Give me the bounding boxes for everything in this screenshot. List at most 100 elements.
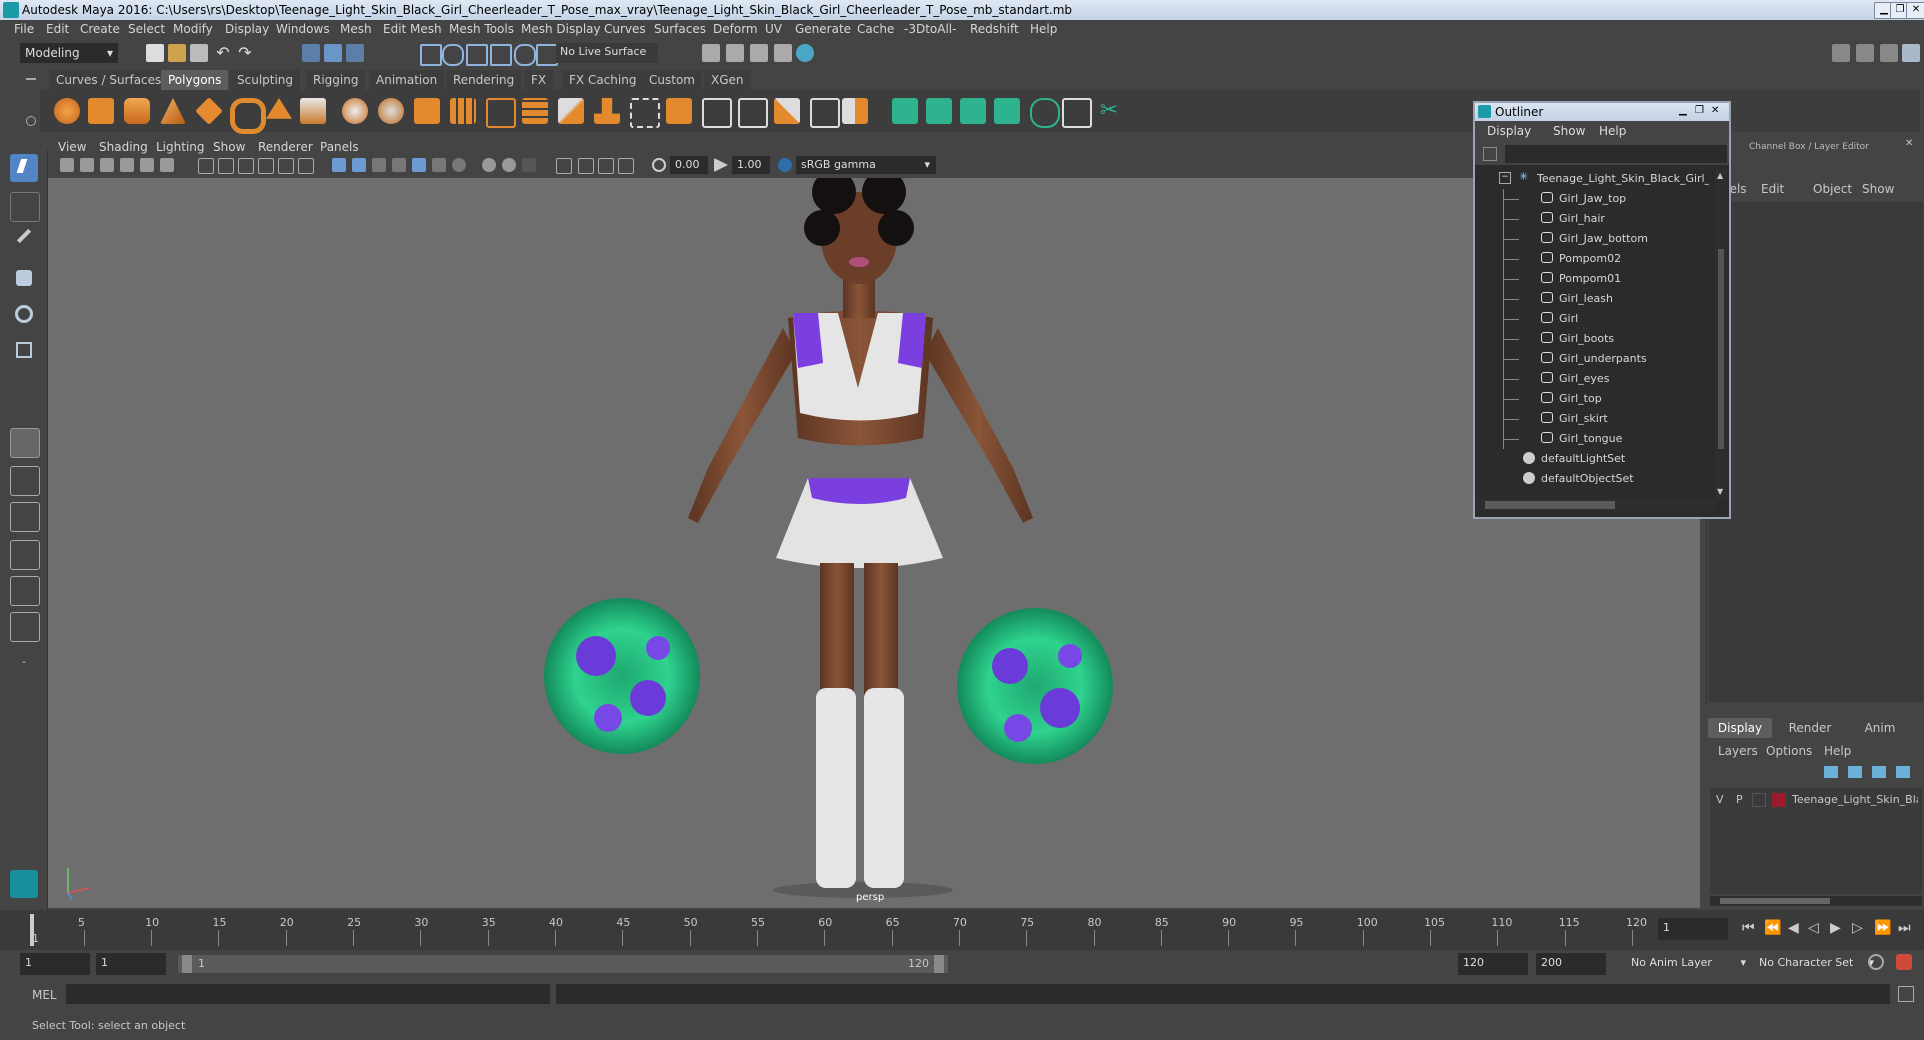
gamma-icon[interactable]	[714, 158, 728, 172]
command-input[interactable]	[66, 984, 550, 1004]
cylindrical-map-icon[interactable]	[960, 98, 986, 124]
move-layer-down-icon[interactable]	[1848, 766, 1862, 778]
tab-sculpting[interactable]: Sculpting	[230, 70, 301, 90]
tab-custom[interactable]: Custom	[642, 70, 702, 90]
gate-mask-icon[interactable]	[258, 158, 274, 174]
outliner-item[interactable]: Girl	[1475, 309, 1709, 329]
outliner-item[interactable]: Girl_tongue	[1475, 429, 1709, 449]
textured-icon[interactable]	[392, 158, 406, 172]
poly-sphere-icon[interactable]	[54, 98, 80, 124]
snap-point-icon[interactable]	[466, 44, 488, 66]
camera-attributes-icon[interactable]	[80, 158, 94, 172]
outliner-item[interactable]: Girl_leash	[1475, 289, 1709, 309]
shadows-icon[interactable]	[432, 158, 446, 172]
layer-name[interactable]: Teenage_Light_Skin_Bla	[1792, 793, 1918, 806]
poly-cube-icon[interactable]	[88, 98, 114, 124]
safe-action-icon[interactable]	[298, 158, 314, 174]
layer-menu-help[interactable]: Help	[1824, 744, 1851, 758]
play-forward-icon[interactable]: ▶	[1830, 920, 1841, 936]
wireframe-on-shaded-icon[interactable]	[372, 158, 386, 172]
new-layer-selected-icon[interactable]	[1896, 766, 1910, 778]
snap-surface-icon[interactable]	[514, 44, 536, 66]
automatic-map-icon[interactable]	[1030, 98, 1060, 128]
auto-key-icon[interactable]	[1868, 954, 1884, 970]
cb-menu-show[interactable]: Show	[1862, 182, 1894, 196]
insert-edge-loop-icon[interactable]	[738, 98, 768, 128]
tab-rendering[interactable]: Rendering	[446, 70, 522, 90]
outliner-item[interactable]: Pompom02	[1475, 249, 1709, 269]
outliner-item[interactable]: Girl_boots	[1475, 329, 1709, 349]
outliner-item[interactable]: Girl_top	[1475, 389, 1709, 409]
tab-fx-caching[interactable]: FX Caching	[562, 70, 644, 90]
script-editor-icon[interactable]	[1898, 986, 1914, 1002]
move-tool-icon[interactable]	[10, 264, 38, 292]
resolution-gate-icon[interactable]	[238, 158, 254, 174]
time-ruler[interactable]: 1 5 10 15 20 25 30 35 40 45 50 55 60 65 70 75 80 85 90 95 1…	[30, 914, 1652, 946]
vp-menu-panels[interactable]: Panels	[320, 140, 359, 154]
offset-edge-loop-icon[interactable]	[774, 98, 800, 124]
outliner-item[interactable]: Girl_skirt	[1475, 409, 1709, 429]
vp-menu-renderer[interactable]: Renderer	[258, 140, 313, 154]
poly-torus-icon[interactable]	[230, 98, 266, 134]
redo-icon[interactable]: ↷	[236, 44, 254, 62]
checker-map-icon[interactable]	[1062, 98, 1092, 128]
outliner-set-item[interactable]: defaultLightSet	[1475, 449, 1709, 469]
select-component-icon[interactable]	[346, 44, 364, 62]
outliner-item[interactable]: Girl_Jaw_top	[1475, 189, 1709, 209]
menu-windows[interactable]: Windows	[276, 22, 330, 36]
menu-curves[interactable]: Curves	[604, 22, 646, 36]
playback-start-field[interactable]: 1	[96, 953, 166, 975]
snap-curve-icon[interactable]	[442, 44, 464, 66]
persp-outliner-layout-icon[interactable]	[10, 502, 40, 532]
extrude-icon[interactable]	[594, 98, 620, 124]
menu-edit[interactable]: Edit	[46, 22, 69, 36]
outliner-vscrollbar[interactable]: ▲ ▼	[1715, 169, 1727, 499]
menu-uv[interactable]: UV	[765, 22, 782, 36]
append-polygon-icon[interactable]	[810, 98, 840, 128]
poly-pyramid-icon[interactable]	[266, 98, 292, 119]
extract-icon[interactable]	[414, 98, 440, 124]
ipr-render-icon[interactable]	[726, 44, 744, 62]
current-frame-field[interactable]: 1	[1658, 918, 1728, 940]
render-view-icon[interactable]	[796, 44, 814, 62]
exposure-field[interactable]: 0.00	[670, 156, 708, 174]
outliner-menu-help[interactable]: Help	[1599, 124, 1626, 138]
vp-menu-view[interactable]: View	[58, 140, 86, 154]
depth-of-field-icon[interactable]	[522, 158, 536, 172]
new-scene-icon[interactable]	[146, 44, 164, 62]
tab-animation[interactable]: Animation	[369, 70, 445, 90]
uv-editor-icon[interactable]	[892, 98, 918, 124]
undo-icon[interactable]: ↶	[214, 44, 232, 62]
slide-edge-icon[interactable]	[842, 98, 868, 124]
motion-blur-icon[interactable]	[482, 158, 496, 172]
hypershade-icon[interactable]	[774, 44, 792, 62]
mirror-icon[interactable]	[486, 98, 516, 128]
bookmark-icon[interactable]	[100, 158, 114, 172]
go-to-end-icon[interactable]: ⏭	[1898, 920, 1911, 936]
channel-box-toggle-icon[interactable]	[1902, 44, 1920, 62]
outliner-menu-display[interactable]: Display	[1487, 124, 1531, 138]
menu-edit-mesh[interactable]: Edit Mesh	[383, 22, 442, 36]
wireframe-icon[interactable]	[332, 158, 346, 172]
persp-graph-layout-icon[interactable]	[10, 540, 40, 570]
animation-start-field[interactable]: 1	[20, 953, 90, 975]
range-bar[interactable]: 1 120	[178, 955, 948, 973]
layer-menu-layers[interactable]: Layers	[1718, 744, 1758, 758]
attribute-editor-icon[interactable]	[1880, 44, 1898, 62]
outliner-set-item[interactable]: defaultObjectSet	[1475, 469, 1709, 489]
maximize-button[interactable]: ❐	[1695, 105, 1704, 116]
cb-menu-edit[interactable]: Edit	[1761, 182, 1784, 196]
tab-fx[interactable]: FX	[524, 70, 554, 90]
smooth-shade-icon[interactable]	[352, 158, 366, 172]
render-frame-icon[interactable]	[702, 44, 720, 62]
tab-xgen[interactable]: XGen	[704, 70, 751, 90]
cut-uv-icon[interactable]: ✂	[1096, 98, 1122, 124]
outliner-item[interactable]: Pompom01	[1475, 269, 1709, 289]
tab-polygons[interactable]: Polygons	[161, 70, 229, 90]
move-layer-up-icon[interactable]	[1824, 766, 1838, 778]
step-back-frame-icon[interactable]: ◀	[1788, 920, 1799, 936]
layer-color-swatch[interactable]	[1772, 793, 1786, 807]
script-language-label[interactable]: MEL	[32, 988, 57, 1002]
shelf-options-icon[interactable]	[24, 70, 38, 132]
poly-plane-icon[interactable]	[195, 97, 223, 125]
